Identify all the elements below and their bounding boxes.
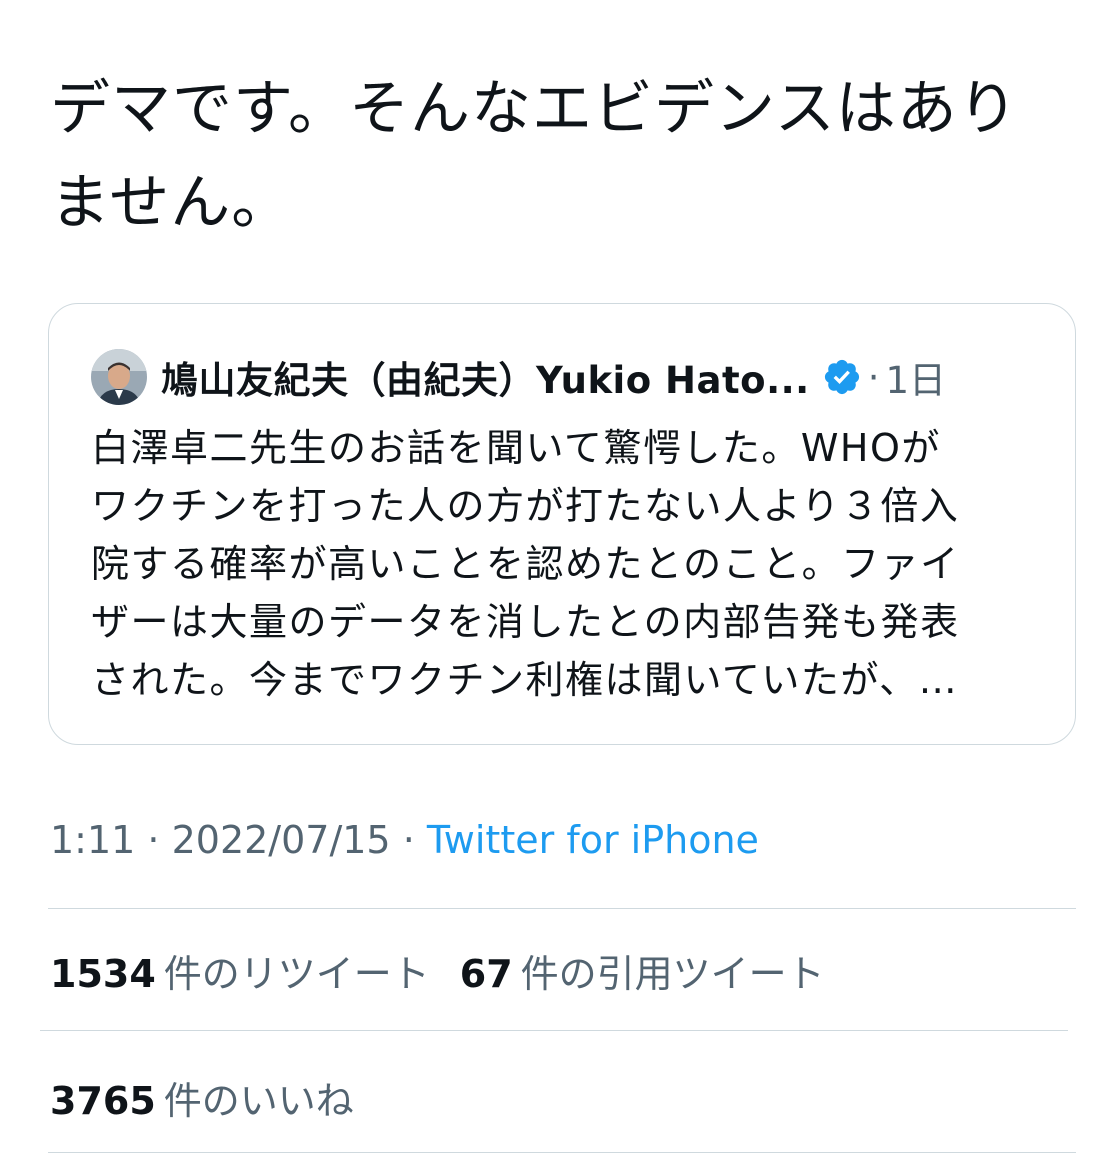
retweets-stat[interactable]: 1534 件のリツイート xyxy=(50,943,430,998)
quoted-author-name[interactable]: 鳩山友紀夫（由紀夫）Yukio Hato... xyxy=(161,350,810,404)
tweet-date[interactable]: 2022/07/15 xyxy=(172,818,391,862)
retweets-count: 1534 xyxy=(50,952,156,996)
likes-stat[interactable]: 3765 件のいいね xyxy=(50,1070,354,1125)
likes-row: 3765 件のいいね xyxy=(50,1070,384,1125)
tweet-time[interactable]: 1:11 xyxy=(50,818,135,862)
stats-row: 1534 件のリツイート 67 件の引用ツイート xyxy=(50,943,855,998)
quoted-tweet-card[interactable]: 鳩山友紀夫（由紀夫）Yukio Hato... · 1日 白澤卓二先生のお話を聞… xyxy=(48,303,1076,745)
verified-badge-icon xyxy=(824,359,859,395)
quotes-count: 67 xyxy=(459,952,513,996)
header-separator: · xyxy=(867,355,880,399)
tweet-meta: 1:11 · 2022/07/15 · Twitter for iPhone xyxy=(50,818,759,862)
likes-count: 3765 xyxy=(50,1079,156,1123)
avatar-image xyxy=(91,349,147,405)
quotes-stat[interactable]: 67 件の引用ツイート xyxy=(460,943,825,998)
divider xyxy=(40,1030,1068,1031)
tweet-text: デマです。そんなエビデンスはあり ません。 xyxy=(50,74,1019,238)
author-avatar[interactable] xyxy=(91,349,147,405)
divider xyxy=(48,1152,1076,1153)
quoted-tweet-time[interactable]: 1日 xyxy=(886,350,947,404)
tweet-source-link[interactable]: Twitter for iPhone xyxy=(427,818,759,862)
retweets-label: 件のリツイート xyxy=(163,952,430,996)
meta-separator: · xyxy=(135,818,172,862)
divider xyxy=(48,908,1076,909)
quotes-label: 件の引用ツイート xyxy=(520,952,825,996)
likes-label: 件のいいね xyxy=(163,1079,354,1123)
meta-separator: · xyxy=(390,818,427,862)
quoted-tweet-text: 白澤卓二先生のお話を聞いて驚愕した。WHOが ワクチンを打った人の方が打たない人… xyxy=(91,426,960,702)
quoted-tweet-header: 鳩山友紀夫（由紀夫）Yukio Hato... · 1日 xyxy=(91,346,946,408)
